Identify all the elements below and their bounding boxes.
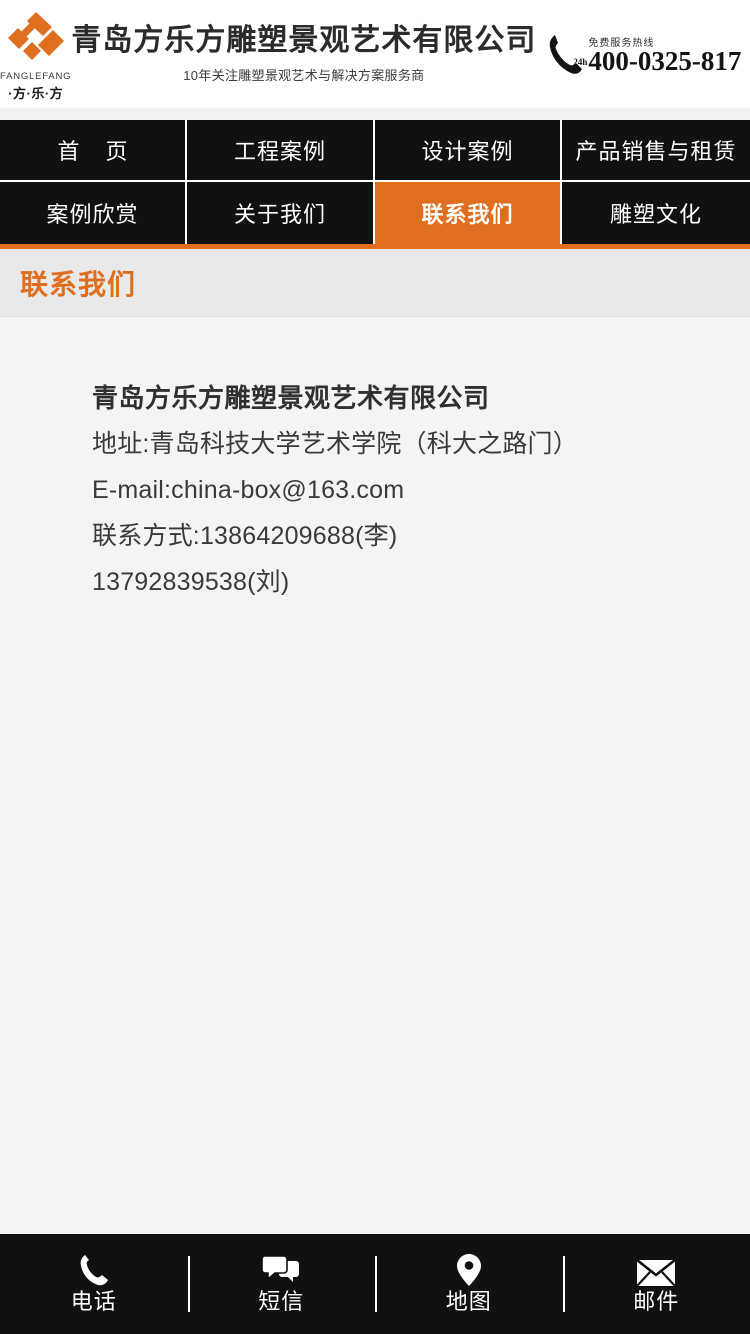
nav-item-design-cases[interactable]: 设计案例 — [375, 120, 562, 182]
hotline-number: 400-0325-817 — [588, 45, 742, 76]
logo-chinese-text: ·方·乐·方 — [8, 85, 64, 101]
nav-item-about-us[interactable]: 关于我们 — [187, 182, 375, 244]
nav-item-home[interactable]: 首页 — [0, 120, 187, 182]
contact-company-name: 青岛方乐方雕塑景观艺术有限公司 — [92, 383, 490, 413]
phone-handset-icon: 24h — [546, 32, 588, 76]
contact-content: 青岛方乐方雕塑景观艺术有限公司 地址:青岛科技大学艺术学院（科大之路门） E-m… — [0, 317, 750, 1217]
logo-latin-text: FANGLEFANG — [0, 70, 72, 82]
phone-icon — [77, 1253, 111, 1287]
footer-label-call: 电话 — [70, 1289, 117, 1315]
contact-phone-primary: 联系方式:13864209688(李) — [92, 522, 398, 550]
nav-item-case-gallery[interactable]: 案例欣赏 — [0, 182, 187, 244]
footer-label-sms: 短信 — [258, 1289, 305, 1315]
company-name: 青岛方乐方雕塑景观艺术有限公司 — [71, 24, 537, 58]
footer-action-bar: 电话 短信 地图 邮件 — [0, 1234, 750, 1334]
footer-label-email: 邮件 — [633, 1289, 680, 1315]
header-hotline[interactable]: 24h 免费服务热线 400-0325-817 — [546, 0, 750, 108]
page-title: 联系我们 — [20, 268, 137, 300]
hotline-texts: 免费服务热线 400-0325-817 — [588, 34, 741, 75]
chat-bubbles-icon — [262, 1253, 300, 1287]
site-logo[interactable]: FANGLEFANG ·方·乐·方 — [0, 0, 71, 108]
nav-item-contact-us[interactable]: 联系我们 — [375, 182, 562, 244]
footer-label-map: 地图 — [445, 1289, 492, 1315]
footer-action-call[interactable]: 电话 — [0, 1234, 188, 1334]
map-pin-icon — [456, 1253, 482, 1287]
header-title-block: 青岛方乐方雕塑景观艺术有限公司 10年关注雕塑景观艺术与解决方案服务商 — [71, 24, 546, 84]
page-title-bar: 联系我们 — [0, 249, 750, 317]
site-header: FANGLEFANG ·方·乐·方 青岛方乐方雕塑景观艺术有限公司 10年关注雕… — [0, 0, 750, 108]
nav-item-engineering-cases[interactable]: 工程案例 — [187, 120, 375, 182]
company-tagline: 10年关注雕塑景观艺术与解决方案服务商 — [183, 67, 425, 83]
diamond-logo-icon — [5, 11, 67, 69]
nav-item-product-sales-rental[interactable]: 产品销售与租赁 — [562, 120, 750, 182]
nav-item-sculpture-culture[interactable]: 雕塑文化 — [562, 182, 750, 244]
main-navigation: 首页 工程案例 设计案例 产品销售与租赁 案例欣赏 关于我们 联系我们 雕塑文化 — [0, 120, 750, 244]
contact-address: 地址:青岛科技大学艺术学院（科大之路门） — [92, 430, 578, 458]
footer-action-email[interactable]: 邮件 — [562, 1234, 750, 1334]
hotline-24h-badge: 24h — [573, 57, 588, 67]
footer-action-sms[interactable]: 短信 — [187, 1234, 376, 1334]
envelope-icon — [636, 1253, 677, 1288]
header-nav-gap — [0, 108, 750, 120]
contact-phone-secondary: 13792839538(刘) — [92, 568, 290, 596]
contact-email: E-mail:china-box@163.com — [92, 476, 405, 504]
footer-action-map[interactable]: 地图 — [375, 1234, 563, 1334]
